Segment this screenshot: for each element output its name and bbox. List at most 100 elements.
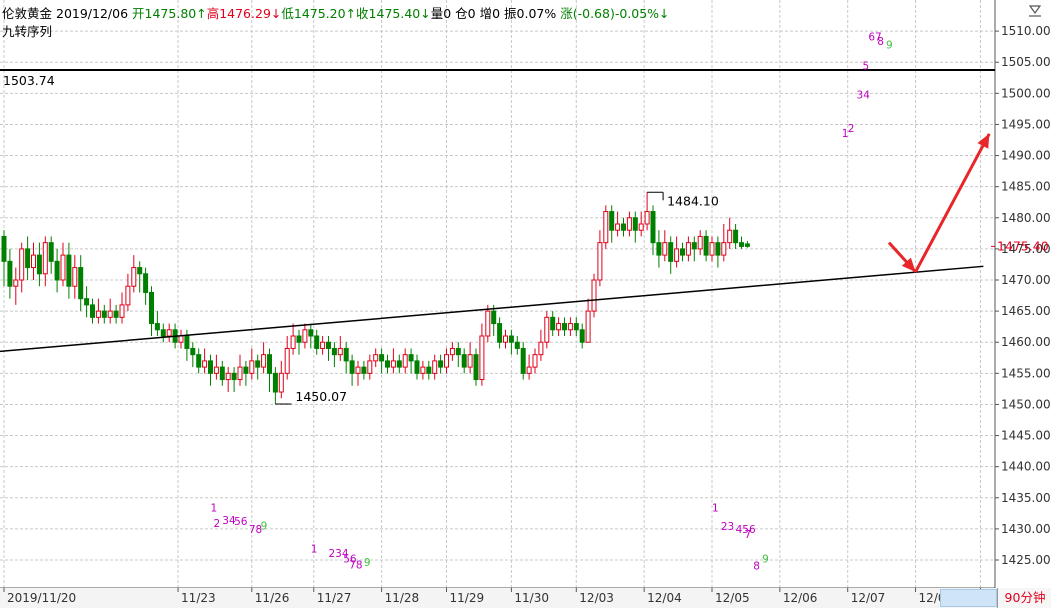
candle-body[interactable] — [219, 366, 225, 381]
candle-body[interactable] — [709, 242, 715, 256]
candle-body[interactable] — [78, 267, 84, 300]
candle-body[interactable] — [213, 366, 219, 374]
candle-body[interactable] — [113, 310, 119, 318]
candle-body[interactable] — [125, 285, 131, 306]
candle-body[interactable] — [432, 360, 438, 374]
candle-body[interactable] — [25, 248, 31, 269]
candle-body[interactable] — [101, 310, 107, 318]
candle-body[interactable] — [420, 366, 426, 374]
candle-body[interactable] — [208, 360, 213, 374]
candle-body[interactable] — [343, 347, 349, 362]
candle-body[interactable] — [31, 254, 36, 269]
candle-body[interactable] — [479, 335, 485, 381]
candle-body[interactable] — [467, 354, 473, 368]
candle-body[interactable] — [154, 323, 160, 331]
candle-body[interactable] — [402, 354, 408, 368]
candle-body[interactable] — [272, 372, 278, 393]
candle-body[interactable] — [562, 323, 567, 331]
collapse-arrow-icon[interactable] — [1026, 3, 1044, 19]
candle-body[interactable] — [426, 366, 432, 374]
candle-body[interactable] — [538, 341, 544, 356]
candle-body[interactable] — [615, 223, 621, 231]
candle-body[interactable] — [585, 310, 591, 343]
candle-body[interactable] — [597, 242, 603, 281]
candle-body[interactable] — [567, 323, 573, 331]
candle-body[interactable] — [650, 211, 656, 244]
candle-body[interactable] — [237, 366, 243, 381]
candle-body[interactable] — [337, 347, 343, 356]
candle-body[interactable] — [385, 360, 390, 368]
candle-body[interactable] — [556, 323, 562, 331]
candle-body[interactable] — [367, 360, 373, 374]
candle-body[interactable] — [644, 211, 650, 225]
candle-body[interactable] — [390, 360, 396, 368]
candle-body[interactable] — [255, 360, 261, 368]
candle-body[interactable] — [455, 347, 461, 356]
candle-body[interactable] — [225, 372, 231, 381]
candle-body[interactable] — [579, 329, 585, 343]
period-selector[interactable]: 90分钟 — [997, 588, 1051, 608]
candle-body[interactable] — [72, 267, 78, 287]
candle-body[interactable] — [373, 354, 379, 362]
candle-body[interactable] — [107, 310, 113, 318]
candle-body[interactable] — [727, 229, 733, 244]
candle-body[interactable] — [473, 354, 479, 381]
candle-body[interactable] — [243, 366, 249, 374]
candle-body[interactable] — [438, 360, 444, 368]
candle-body[interactable] — [296, 335, 302, 343]
candle-body[interactable] — [361, 366, 367, 374]
candle-body[interactable] — [497, 323, 503, 343]
candle-body[interactable] — [668, 242, 674, 262]
candle-body[interactable] — [449, 347, 455, 356]
candle-body[interactable] — [703, 235, 709, 256]
candle-body[interactable] — [573, 323, 579, 331]
candle-body[interactable] — [160, 329, 166, 337]
candle-body[interactable] — [691, 242, 697, 250]
candle-body[interactable] — [54, 260, 60, 281]
candle-body[interactable] — [603, 211, 609, 244]
candle-body[interactable] — [662, 242, 668, 256]
candle-body[interactable] — [544, 316, 550, 343]
candle-body[interactable] — [355, 366, 361, 374]
candle-body[interactable] — [591, 279, 597, 312]
candle-body[interactable] — [621, 223, 626, 231]
candle-body[interactable] — [379, 354, 385, 362]
candle-body[interactable] — [609, 211, 615, 231]
candle-body[interactable] — [326, 341, 331, 349]
candle-body[interactable] — [461, 354, 467, 368]
candle-body[interactable] — [166, 329, 172, 337]
candle-body[interactable] — [526, 366, 532, 374]
candle-body[interactable] — [314, 335, 320, 349]
candle-body[interactable] — [149, 291, 154, 325]
candle-body[interactable] — [190, 347, 196, 356]
candle-body[interactable] — [1, 235, 7, 262]
candle-body[interactable] — [514, 341, 520, 349]
candle-body[interactable] — [331, 347, 337, 356]
candle-body[interactable] — [48, 242, 54, 262]
candle-body[interactable] — [532, 354, 538, 368]
candle-body[interactable] — [503, 335, 508, 343]
candle-body[interactable] — [131, 267, 137, 287]
candle-body[interactable] — [721, 242, 727, 256]
candle-body[interactable] — [202, 360, 208, 368]
candle-body[interactable] — [90, 304, 95, 318]
candle-body[interactable] — [744, 243, 750, 247]
candle-body[interactable] — [60, 254, 66, 281]
candle-body[interactable] — [697, 235, 703, 250]
candle-body[interactable] — [13, 279, 19, 287]
candle-body[interactable] — [137, 267, 143, 275]
candle-body[interactable] — [278, 372, 284, 393]
candle-body[interactable] — [178, 335, 184, 343]
candle-body[interactable] — [284, 347, 290, 374]
candle-body[interactable] — [491, 310, 497, 325]
candle-body[interactable] — [231, 372, 237, 381]
candle-body[interactable] — [143, 273, 149, 293]
candle-body[interactable] — [119, 304, 125, 318]
candle-body[interactable] — [349, 360, 355, 374]
candle-body[interactable] — [715, 242, 721, 256]
candle-body[interactable] — [196, 354, 202, 368]
candle-body[interactable] — [320, 341, 326, 349]
forecast-arrow[interactable] — [914, 133, 991, 273]
candle-body[interactable] — [267, 354, 272, 374]
candle-body[interactable] — [261, 354, 267, 368]
